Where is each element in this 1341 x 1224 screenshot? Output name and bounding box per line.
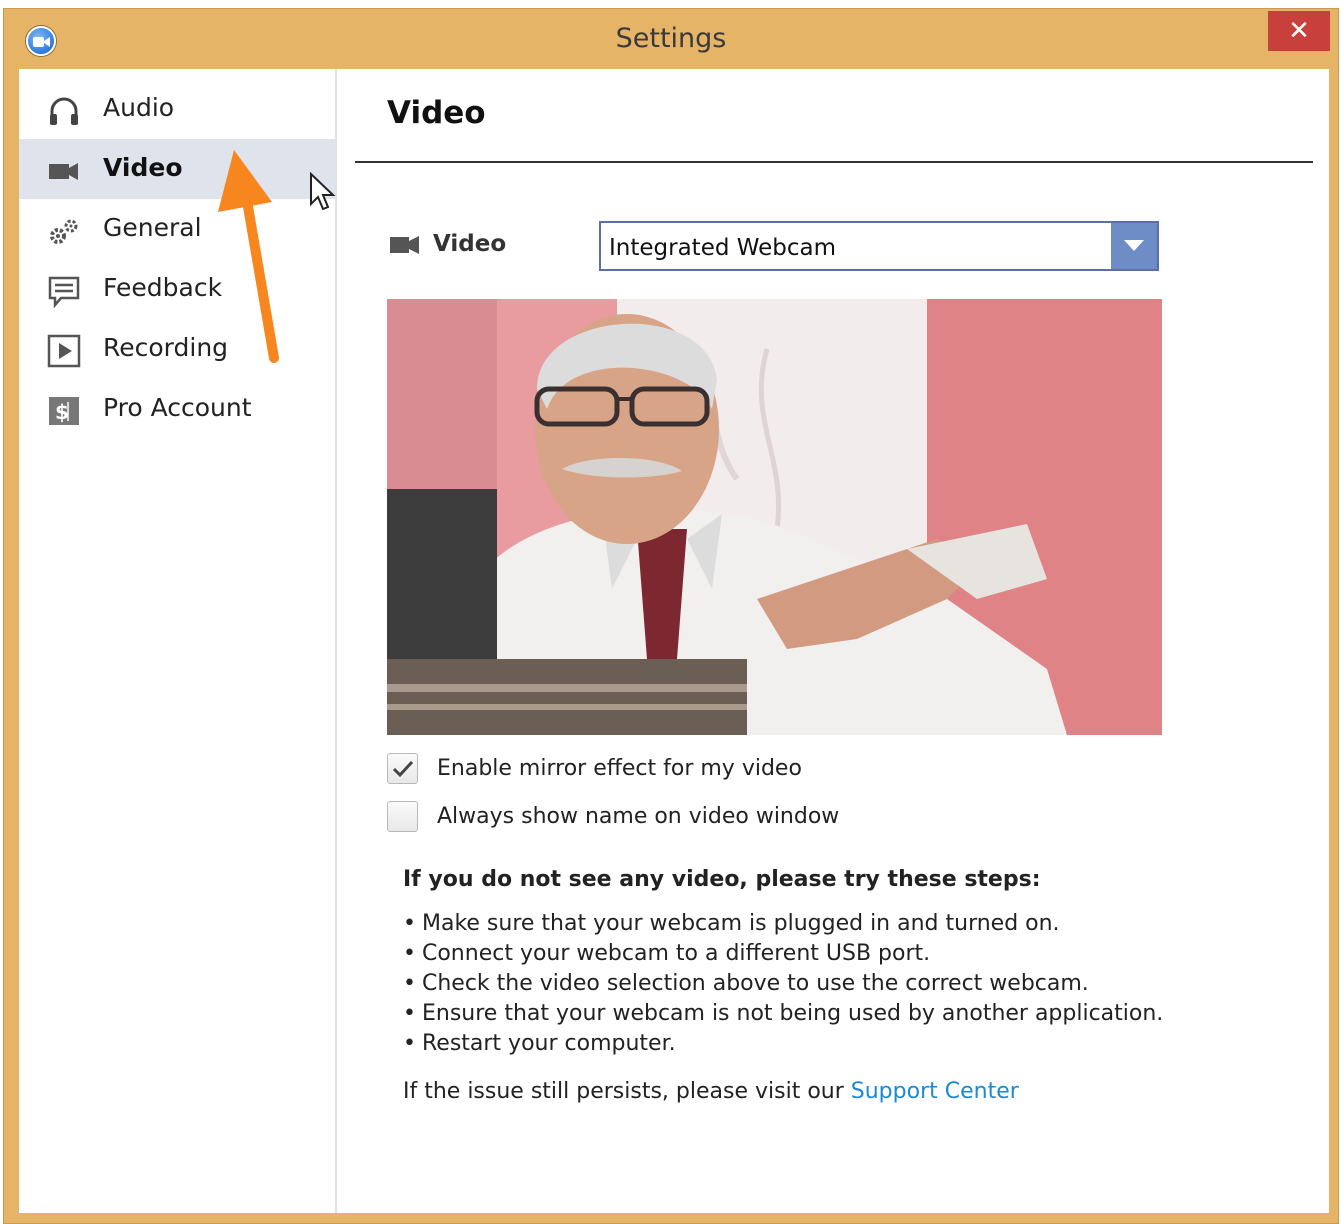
mouse-cursor-icon — [310, 172, 336, 211]
list-item: Restart your computer. — [403, 1031, 1163, 1061]
sidebar-item-label: General — [103, 213, 202, 242]
show-name-label: Always show name on video window — [437, 804, 840, 829]
play-icon — [47, 334, 81, 368]
help-footer: If the issue still persists, please visi… — [403, 1079, 1019, 1104]
sidebar-item-audio[interactable]: Audio — [19, 79, 335, 139]
video-camera-icon — [49, 163, 78, 180]
camera-label: Video — [433, 231, 507, 257]
dropdown-button[interactable] — [1111, 223, 1157, 269]
sidebar-item-label: Audio — [103, 93, 175, 122]
gears-icon — [50, 219, 78, 244]
video-camera-icon — [390, 236, 419, 254]
troubleshoot-title: If you do not see any video, please try … — [403, 867, 1041, 892]
show-name-checkbox[interactable] — [387, 801, 418, 832]
mirror-effect-label: Enable mirror effect for my video — [437, 756, 802, 781]
list-item: Connect your webcam to a different USB p… — [403, 941, 1163, 971]
video-settings-panel: Video Video Integrated Webcam Enable mir… — [337, 69, 1329, 1213]
chevron-down-icon — [1124, 240, 1144, 251]
camera-select-value: Integrated Webcam — [609, 235, 837, 261]
mirror-effect-checkbox[interactable] — [387, 753, 418, 784]
page-title: Video — [387, 95, 486, 131]
list-item: Check the video selection above to use t… — [403, 971, 1163, 1001]
sidebar-item-label: Pro Account — [103, 393, 252, 422]
checkmark-icon — [392, 760, 414, 778]
camera-select[interactable]: Integrated Webcam — [599, 221, 1159, 271]
dollar-icon: $ — [49, 397, 79, 425]
title-divider — [355, 161, 1313, 163]
headphones-icon — [50, 97, 78, 125]
close-button[interactable]: ✕ — [1268, 11, 1330, 51]
list-item: Make sure that your webcam is plugged in… — [403, 911, 1163, 941]
troubleshoot-steps: Make sure that your webcam is plugged in… — [403, 911, 1163, 1061]
sidebar-item-label: Video — [103, 153, 183, 182]
window-title: Settings — [615, 23, 727, 54]
title-bar[interactable]: Settings ✕ — [4, 9, 1338, 69]
help-footer-text: If the issue still persists, please visi… — [403, 1079, 851, 1104]
annotation-arrow-icon — [218, 150, 279, 363]
support-center-link[interactable]: Support Center — [851, 1079, 1019, 1104]
sidebar-item-pro-account[interactable]: $ Pro Account — [19, 379, 335, 439]
video-preview — [387, 299, 1162, 735]
list-item: Ensure that your webcam is not being use… — [403, 1001, 1163, 1031]
svg-text:$: $ — [55, 400, 69, 424]
speech-bubble-icon — [48, 276, 80, 308]
